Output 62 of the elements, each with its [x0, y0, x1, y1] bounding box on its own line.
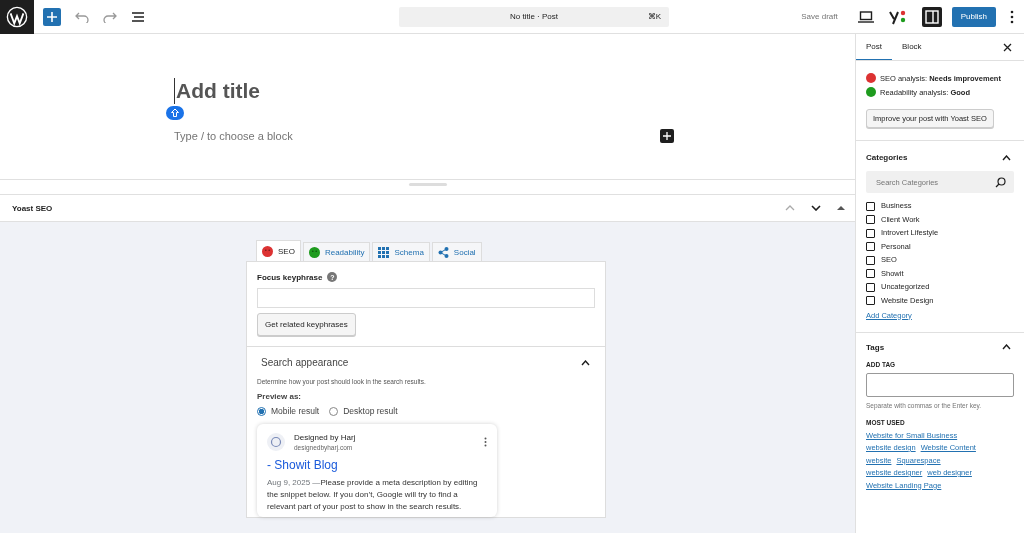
panel-title: Categories: [866, 153, 908, 162]
add-tag-field[interactable]: [866, 372, 1014, 397]
panel-title: Tags: [866, 342, 885, 352]
preview-label: Preview as:: [257, 392, 303, 401]
list-view-icon[interactable]: [131, 10, 145, 23]
related-keyphrases-button[interactable]: Get related keyphrases: [257, 313, 356, 336]
focus-keyphrase-field[interactable]: [257, 288, 595, 308]
block-placeholder[interactable]: Type / to choose a block: [174, 130, 293, 142]
more-options-icon[interactable]: [1010, 9, 1014, 24]
site-name: Designed by Harj: [294, 433, 357, 442]
undo-icon[interactable]: [75, 10, 89, 23]
panel-title: Yoast SEO: [12, 203, 53, 213]
block-badge-icon[interactable]: [166, 106, 184, 120]
plus-icon: [663, 132, 671, 140]
redo-icon[interactable]: [103, 10, 117, 23]
metabox-tab[interactable]: SEO: [256, 240, 301, 261]
close-icon[interactable]: [1003, 42, 1012, 52]
checkbox[interactable]: [866, 201, 875, 211]
globe-icon: [267, 433, 285, 451]
wordpress-logo-button[interactable]: [0, 0, 34, 34]
checkbox[interactable]: [866, 269, 875, 278]
title-field[interactable]: Add title: [174, 78, 674, 104]
collapse-icon[interactable]: [581, 359, 590, 366]
resize-handle[interactable]: [408, 182, 447, 186]
section-title: Search appearance: [261, 357, 349, 368]
plus-icon: [46, 10, 58, 23]
checkbox[interactable]: [866, 242, 875, 251]
post-title-label: No title · Post: [510, 12, 558, 21]
checkbox[interactable]: [866, 296, 875, 305]
shortcut-label: ⌘K: [647, 12, 661, 21]
checkbox[interactable]: [866, 228, 875, 238]
radio-option[interactable]: Mobile result: [257, 406, 320, 416]
collapse-icon[interactable]: [1002, 154, 1011, 161]
save-draft-button[interactable]: Save draft: [795, 11, 844, 22]
metabox-tab[interactable]: Schema: [372, 242, 430, 261]
radio-button[interactable]: [257, 406, 266, 416]
search-icon: [995, 176, 1006, 188]
preview-title: - Showit Blog: [267, 458, 339, 472]
metabox-tab[interactable]: Readability: [302, 242, 371, 261]
radio-option[interactable]: Desktop result: [329, 406, 398, 416]
laptop-icon[interactable]: [857, 10, 874, 23]
collapse-icon[interactable]: [1002, 344, 1011, 350]
insert-block-button[interactable]: [660, 129, 674, 143]
sidebar-tab[interactable]: Block: [892, 34, 932, 60]
grid-icon: [378, 246, 390, 258]
publish-button[interactable]: Publish: [951, 6, 996, 27]
chevron-down-icon[interactable]: [811, 205, 821, 211]
settings-button[interactable]: [921, 6, 942, 27]
add-block-button[interactable]: [43, 7, 61, 26]
checkbox[interactable]: [866, 282, 875, 292]
sidebar-panel-icon: [924, 9, 939, 24]
metabox-tab[interactable]: Social: [431, 242, 482, 261]
command-palette-bar[interactable]: No title · Post ⌘K: [399, 6, 669, 27]
more-options-icon: [484, 437, 487, 447]
sidebar-tab[interactable]: Post: [856, 34, 892, 60]
checkbox[interactable]: [866, 215, 875, 224]
wordpress-logo-icon: [6, 5, 28, 28]
field-label: Focus keyphrase: [257, 272, 323, 282]
share-icon: [437, 246, 449, 258]
preview-snippet: Aug 9, 2025 —Please provide a meta description by editing the snippet below. If you don’t, Google will try to find a relevant part of your post to show in the search results.: [267, 477, 479, 513]
checkbox[interactable]: [866, 255, 875, 265]
triangle-up-icon[interactable]: [837, 205, 845, 211]
